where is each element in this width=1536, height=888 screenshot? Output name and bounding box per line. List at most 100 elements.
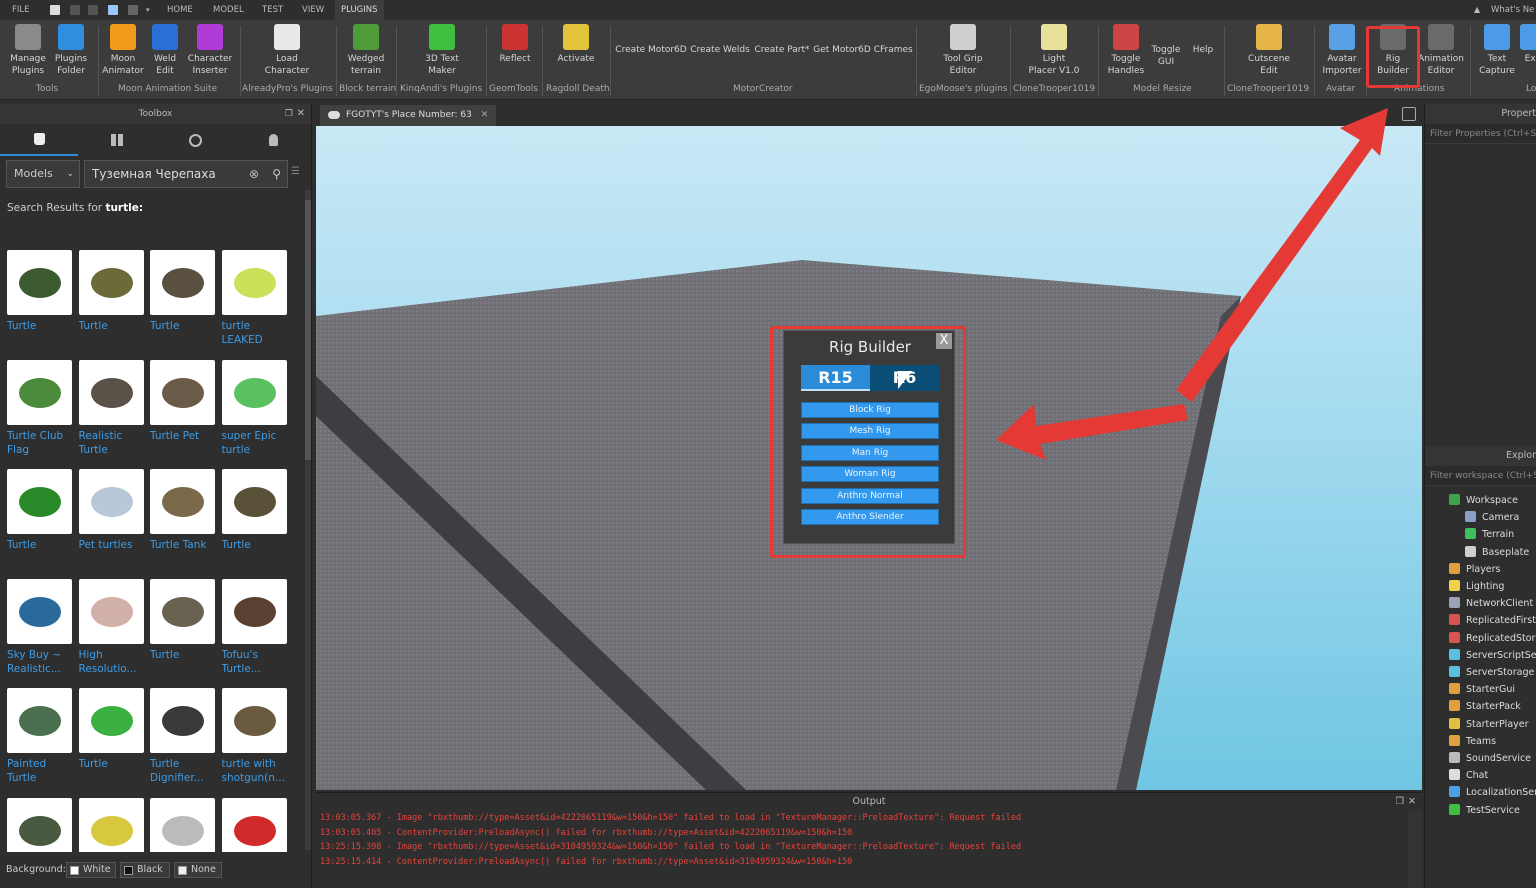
place-tab[interactable]: FGOTYT's Place Number: 63 ✕ xyxy=(320,105,497,126)
item-name[interactable]: Realistic Turtle xyxy=(79,429,145,457)
filter-icon[interactable]: ☰ xyxy=(291,166,305,180)
tab-recent[interactable] xyxy=(156,124,234,156)
item-name[interactable]: Turtle xyxy=(150,319,216,347)
create-welds-button[interactable]: Create Welds xyxy=(690,44,750,56)
close-icon[interactable]: ✕ xyxy=(297,104,305,124)
toolbox-item[interactable]: Turtle Dignifier... xyxy=(150,688,216,785)
toolbox-scrollbar[interactable] xyxy=(305,190,311,850)
whats-new-link[interactable]: What's Ne xyxy=(1491,0,1534,20)
help-button[interactable]: Help xyxy=(1188,44,1218,56)
text-capture-button[interactable]: Text Capture xyxy=(1474,24,1520,77)
publish-icon[interactable] xyxy=(108,5,118,15)
tab-r15[interactable]: R15 xyxy=(801,365,870,391)
save-icon[interactable] xyxy=(128,5,138,15)
manage-plugins-button[interactable]: Manage Plugins xyxy=(6,24,50,77)
item-thumbnail[interactable] xyxy=(150,797,215,852)
tab-view[interactable]: VIEW xyxy=(302,0,324,20)
tab-inventory[interactable] xyxy=(78,124,156,156)
man-rig-button[interactable]: Man Rig xyxy=(801,445,939,461)
toolbox-item[interactable]: Turtle Tank xyxy=(150,469,216,566)
collapse-ribbon-icon[interactable]: ▲ xyxy=(1474,0,1480,20)
redo-icon[interactable] xyxy=(88,5,98,15)
toolbox-item[interactable]: Turtle xyxy=(221,469,288,566)
item-thumbnail[interactable] xyxy=(78,797,144,852)
toolbox-item[interactable]: Turtle xyxy=(7,469,73,566)
clear-search-icon[interactable]: ⊗ xyxy=(249,161,259,187)
close-icon[interactable]: ✕ xyxy=(1408,793,1416,811)
search-input[interactable]: Туземная Черепаха ⊗ ⚲ xyxy=(84,160,288,188)
item-thumbnail[interactable] xyxy=(78,250,144,315)
toolbox-item[interactable]: Tofuu's Turtle... xyxy=(221,578,288,676)
close-tab-icon[interactable]: ✕ xyxy=(481,110,489,120)
weld-edit-button[interactable]: Weld Edit xyxy=(146,24,184,77)
item-name[interactable]: Turtle xyxy=(79,319,145,347)
toolbox-item[interactable]: Painted Turtle xyxy=(7,688,73,785)
item-name[interactable]: Tofuu's Turtle... xyxy=(222,648,288,676)
item-name[interactable]: Sky Buy ~ Realistic... xyxy=(7,648,73,676)
explorer-item[interactable]: TestService xyxy=(1449,802,1520,819)
toolbox-item[interactable]: Turtle Pet xyxy=(150,359,216,457)
bg-white-option[interactable]: White xyxy=(66,862,116,878)
item-name[interactable]: super Epic turtle xyxy=(222,429,288,457)
explorer-item[interactable]: Terrain xyxy=(1465,526,1514,543)
tab-plugins[interactable]: PLUGINS xyxy=(335,0,384,20)
item-thumbnail[interactable] xyxy=(78,469,144,534)
item-name[interactable]: Turtle xyxy=(222,538,288,566)
item-thumbnail[interactable] xyxy=(221,469,287,534)
item-name[interactable]: turtle with shotgun(n... xyxy=(222,757,288,785)
item-name[interactable]: Pet turtles xyxy=(79,538,145,566)
item-name[interactable]: High Resolutio... xyxy=(79,648,145,676)
item-thumbnail[interactable] xyxy=(7,359,72,425)
create-motor6d-button[interactable]: Create Motor6D xyxy=(614,44,688,56)
explorer-item[interactable]: ReplicatedStora xyxy=(1449,630,1536,647)
toolbox-item[interactable]: Sky Buy ~ Realistic... xyxy=(7,578,73,676)
toolbox-item[interactable]: Turtle Club Flag xyxy=(7,359,73,457)
explorer-item[interactable]: StarterPack xyxy=(1449,698,1521,715)
dock-icon[interactable]: ❐ xyxy=(1395,793,1404,811)
explorer-item[interactable]: SoundService xyxy=(1449,750,1531,767)
close-button[interactable]: X xyxy=(936,333,952,349)
animation-editor-button[interactable]: Animation Editor xyxy=(1416,24,1466,77)
explorer-filter-input[interactable]: Filter workspace (Ctrl+Sh xyxy=(1425,466,1536,486)
output-scrollbar[interactable] xyxy=(1408,811,1422,888)
search-icon[interactable]: ⚲ xyxy=(272,161,281,187)
avatar-importer-button[interactable]: Avatar Importer xyxy=(1318,24,1366,77)
create-part-button[interactable]: Create Part* xyxy=(752,44,812,56)
block-rig-button[interactable]: Block Rig xyxy=(801,402,939,418)
toolbox-item[interactable]: Turtle xyxy=(150,250,216,347)
item-thumbnail[interactable] xyxy=(78,359,144,425)
item-name[interactable]: Turtle xyxy=(7,319,73,347)
item-thumbnail[interactable] xyxy=(7,688,72,753)
toolbox-item[interactable]: Turtle xyxy=(150,578,216,676)
tab-marketplace[interactable] xyxy=(0,124,78,156)
character-inserter-button[interactable]: Character Inserter xyxy=(186,24,234,77)
item-thumbnail[interactable] xyxy=(221,250,287,315)
bg-none-option[interactable]: None xyxy=(174,862,222,878)
explorer-item[interactable]: ›StarterPlayer xyxy=(1449,716,1529,733)
properties-filter-input[interactable]: Filter Properties (Ctrl+Sh xyxy=(1425,124,1536,144)
new-file-icon[interactable] xyxy=(50,5,60,15)
item-name[interactable]: Turtle Pet xyxy=(150,429,216,457)
item-thumbnail[interactable] xyxy=(221,797,287,852)
toolbox-item[interactable]: High Resolutio... xyxy=(78,578,145,676)
explorer-item[interactable]: ⌄Workspace xyxy=(1449,492,1518,509)
item-thumbnail[interactable] xyxy=(7,469,72,534)
item-thumbnail[interactable] xyxy=(150,250,215,315)
dock-icon[interactable]: ❐ xyxy=(285,104,293,124)
item-name[interactable]: turtle LEAKED xyxy=(222,319,288,347)
explorer-item[interactable]: ReplicatedFirst xyxy=(1449,612,1536,629)
tab-creations[interactable] xyxy=(234,124,312,156)
item-thumbnail[interactable] xyxy=(221,578,287,644)
activate-button[interactable]: Activate xyxy=(552,24,600,65)
toggle-handles-button[interactable]: Toggle Handles xyxy=(1104,24,1148,77)
tab-model[interactable]: MODEL xyxy=(213,0,244,20)
item-thumbnail[interactable] xyxy=(78,578,144,644)
explorer-item[interactable]: Teams xyxy=(1449,733,1496,750)
toolbox-item[interactable] xyxy=(221,797,288,852)
scrollbar-thumb[interactable] xyxy=(305,200,311,460)
explorer-item[interactable]: ServerStorage xyxy=(1449,664,1534,681)
3d-text-maker-button[interactable]: 3D Text Maker xyxy=(418,24,466,77)
tool-grip-editor-button[interactable]: Tool Grip Editor xyxy=(932,24,994,77)
toolbox-item[interactable]: turtle with shotgun(n... xyxy=(221,688,288,785)
toolbox-item[interactable]: Turtle xyxy=(78,250,145,347)
